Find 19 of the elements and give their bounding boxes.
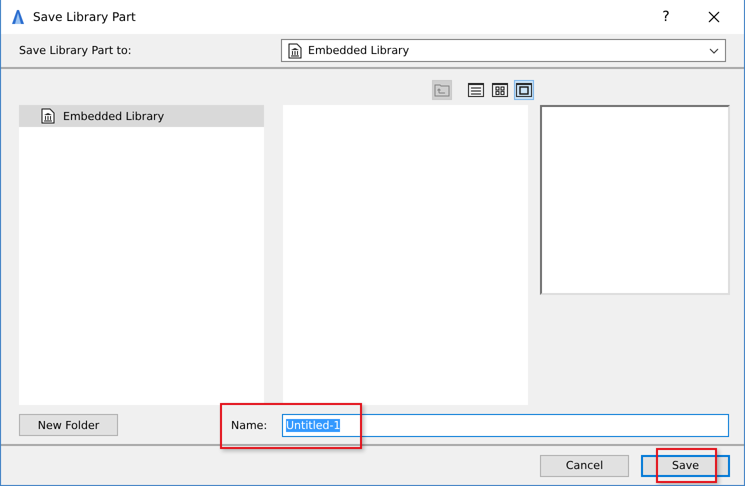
destination-dropdown[interactable]: Embedded Library	[281, 39, 726, 62]
grid-view-icon	[492, 83, 508, 98]
cancel-button[interactable]: Cancel	[540, 454, 629, 477]
library-document-icon	[288, 42, 302, 59]
folder-up-icon	[434, 83, 450, 98]
preview-view-button[interactable]	[514, 80, 534, 100]
help-button[interactable]: ?	[646, 2, 686, 32]
chevron-down-icon	[709, 48, 719, 54]
close-icon	[708, 11, 720, 24]
destination-label: Save Library Part to:	[19, 44, 132, 58]
tree-item[interactable]: Embedded Library	[19, 105, 264, 128]
list-view-icon	[468, 83, 484, 98]
library-document-icon	[41, 108, 55, 124]
window-title: Save Library Part	[33, 10, 137, 24]
preview-view-icon	[516, 83, 532, 98]
app-logo-icon	[11, 9, 25, 26]
name-label: Name:	[231, 418, 268, 432]
save-button[interactable]: Save	[641, 454, 730, 477]
new-folder-button[interactable]: New Folder	[19, 414, 118, 436]
